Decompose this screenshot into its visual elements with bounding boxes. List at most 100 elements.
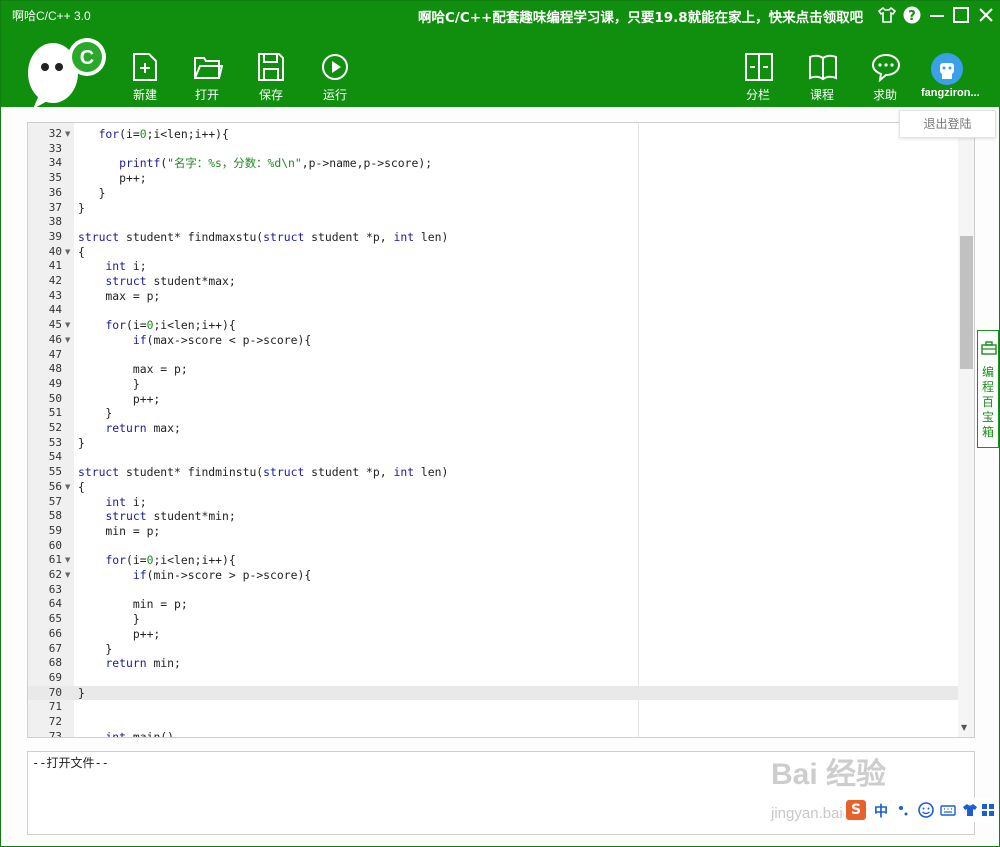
code-line[interactable]: 60 [28,539,958,554]
code-line[interactable]: 66 p++; [28,627,958,642]
code-line[interactable]: 65 } [28,612,958,627]
emoji-icon[interactable] [918,802,934,818]
code-line[interactable]: 58 struct student*min; [28,509,958,524]
line-number: 51 [48,406,62,420]
code-line[interactable]: 68 return min; [28,656,958,671]
code-text: { [78,244,85,259]
code-line[interactable]: 56 ▼ { [28,480,958,495]
code-line[interactable]: 62 ▼ if(min->score > p->score){ [28,568,958,583]
code-line[interactable]: 61 ▼ for(i=0;i<len;i++){ [28,553,958,568]
code-line[interactable]: 39 struct student* findmaxstu(struct stud… [28,230,958,245]
code-line[interactable]: 47 [28,348,958,363]
code-text: for(i=0;i<len;i++){ [98,127,229,141]
code-text: p++; [78,391,161,406]
line-number: 42 [48,274,62,287]
code-line[interactable]: 35 p++; [28,171,958,186]
code-line[interactable]: 40 ▼ { [28,245,958,260]
logout-menu-item[interactable]: 退出登陆 [899,110,996,138]
keyboard-icon[interactable] [940,802,956,818]
code-text: { [78,479,85,494]
code-line[interactable]: 50 p++; [28,392,958,407]
code-line[interactable]: 52 return max; [28,421,958,436]
split-view-button[interactable]: 分栏 [738,52,778,102]
code-line[interactable]: 41 int i; [28,259,958,274]
skin-tshirt-icon[interactable] [962,802,978,818]
line-number: 46 [48,332,62,346]
open-file-label: 打开 [194,88,219,102]
fold-arrow-icon[interactable]: ▼ [65,127,70,142]
svg-text:?: ? [908,9,916,24]
line-number: 65 [48,612,62,626]
code-line[interactable]: 51 } [28,406,958,421]
help-button[interactable]: 求助 [865,52,905,102]
code-line[interactable]: 53} [28,436,958,451]
code-line[interactable]: 70} [28,685,958,701]
course-button[interactable]: 课程 [802,52,842,102]
ime-language-toggle[interactable]: 中 [874,801,888,821]
maximize-icon[interactable] [951,5,971,25]
grid-menu-icon[interactable] [980,802,996,818]
line-number: 68 [48,656,62,670]
vertical-scrollbar[interactable] [958,123,974,737]
course-label: 课程 [809,88,834,102]
run-button[interactable]: 运行 [315,52,355,102]
code-line[interactable]: 36 } [28,186,958,201]
code-line[interactable]: 33 [28,142,958,157]
code-line[interactable]: 67 } [28,642,958,657]
punctuation-icon[interactable] [896,802,912,818]
user-avatar[interactable] [931,53,963,85]
code-line[interactable]: 34 printf("名字：%s，分数：%d\n",p->name,p->sco… [28,156,958,171]
new-file-button[interactable]: 新建 [125,52,165,102]
scroll-down-arrow-icon[interactable]: ▼ [961,723,967,732]
code-line[interactable]: 63 [28,583,958,598]
code-line[interactable]: 43 max = p; [28,289,958,304]
code-line[interactable]: 54 [28,450,958,465]
code-line[interactable]: 42 struct student*max; [28,274,958,289]
line-number: 45 [48,318,62,332]
code-line[interactable]: 32 ▼ for(i=0;i<len;i++){ [28,127,958,142]
code-line[interactable]: 37} [28,201,958,216]
code-line[interactable]: 72 [28,715,958,730]
open-file-button[interactable]: 打开 [187,52,227,102]
code-text: struct student*min; [105,509,236,524]
close-icon[interactable] [976,5,996,25]
line-number: 33 [48,141,62,155]
fold-arrow-icon[interactable]: ▼ [65,553,70,568]
code-editor[interactable]: 32 ▼ for(i=0;i<len;i++){33 34 printf("名字：%… [27,122,975,738]
username[interactable]: fangziron... [921,87,981,99]
fold-arrow-icon[interactable]: ▼ [65,318,70,333]
fold-arrow-icon[interactable]: ▼ [65,568,70,583]
line-number: 49 [48,376,62,390]
fold-arrow-icon[interactable]: ▼ [65,245,70,260]
code-line[interactable]: 73 int main() [28,730,958,737]
code-line[interactable]: 48 max = p; [28,362,958,377]
code-line[interactable]: 64 min = p; [28,597,958,612]
promo-banner-link[interactable]: 啊哈C/C++配套趣味编程学习课，只要19.8就能在家上，快来点击领取吧 [418,6,863,26]
code-text: for(i=0;i<len;i++){ [105,318,236,333]
ime-toolbar[interactable]: S 中 [844,798,996,822]
minimize-icon[interactable] [927,5,947,25]
code-text: } [78,406,113,421]
code-text: } [78,685,85,700]
toolbox-side-tab[interactable]: 编程百宝箱 [977,330,999,448]
code-line[interactable]: 38 [28,215,958,230]
code-line[interactable]: 45 ▼ for(i=0;i<len;i++){ [28,318,958,333]
code-text: max = p; [78,288,161,303]
fold-arrow-icon[interactable]: ▼ [65,333,70,348]
code-line[interactable]: 69 [28,671,958,686]
scrollbar-thumb[interactable] [960,236,973,369]
line-number: 67 [48,641,62,655]
code-line[interactable]: 44 [28,303,958,318]
code-line[interactable]: 59 min = p; [28,524,958,539]
skin-shirt-icon[interactable] [877,5,897,25]
code-line[interactable]: 55 struct student* findminstu(struct stud… [28,465,958,480]
code-line[interactable]: 49 } [28,377,958,392]
line-number: 63 [48,582,62,596]
help-question-icon[interactable]: ? [902,5,922,25]
code-line[interactable]: 46 ▼ if(max->score < p->score){ [28,333,958,348]
code-text: struct student* findminstu(struct studen… [78,465,449,480]
code-line[interactable]: 71 [28,700,958,715]
code-line[interactable]: 57 int i; [28,495,958,510]
save-file-button[interactable]: 保存 [251,52,291,102]
fold-arrow-icon[interactable]: ▼ [65,480,70,495]
